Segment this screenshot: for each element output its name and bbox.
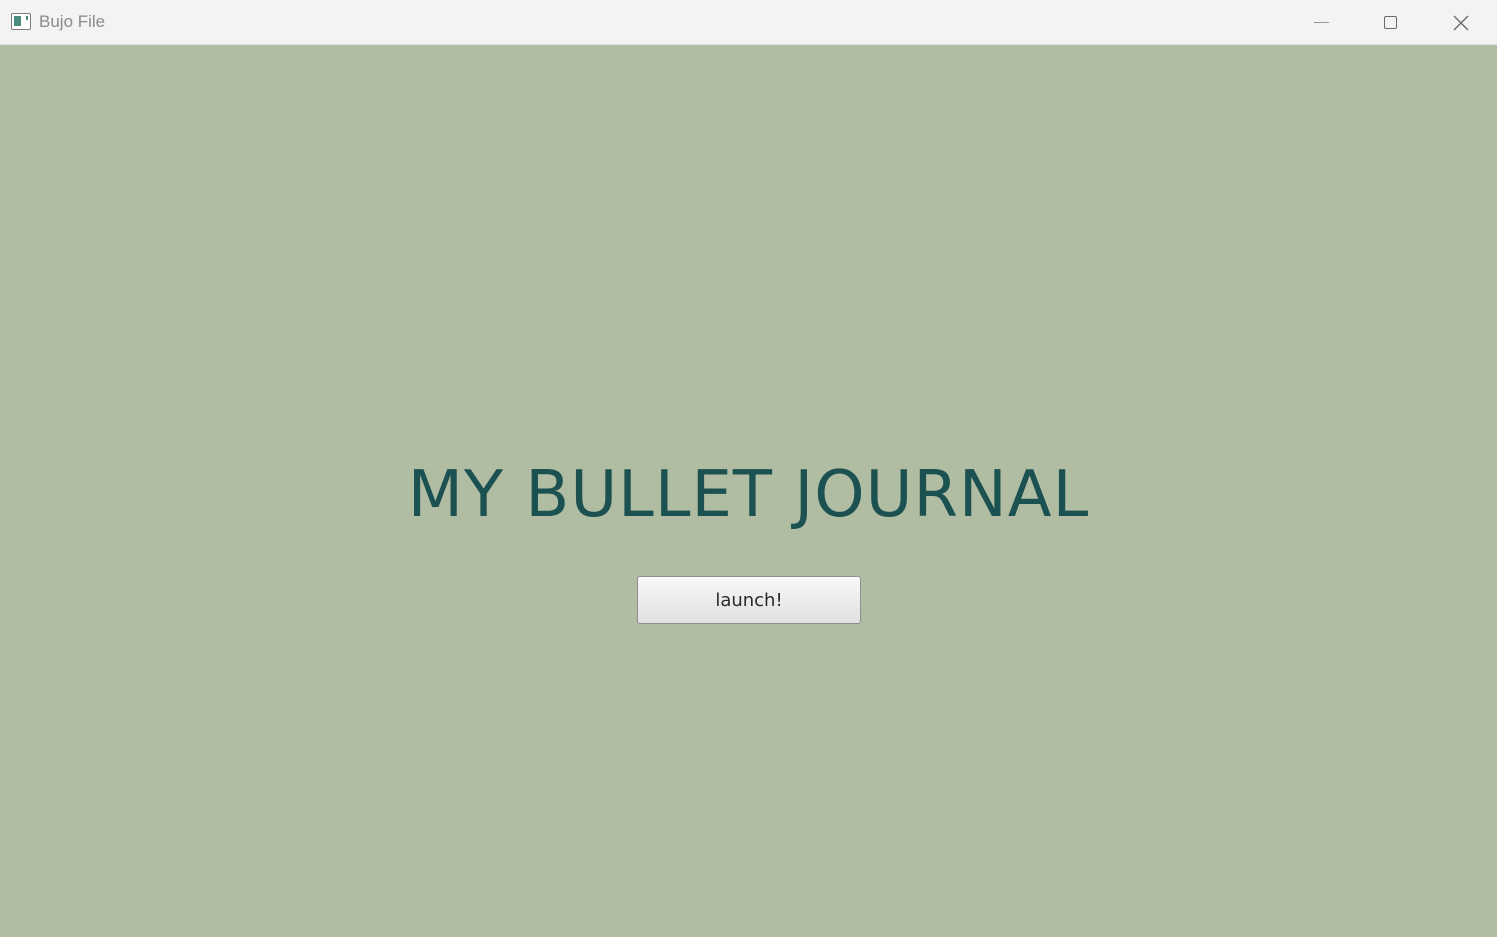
- maximize-icon: [1383, 16, 1397, 29]
- app-icon: [11, 13, 31, 30]
- title-bar[interactable]: Bujo File: [0, 0, 1497, 45]
- launch-button[interactable]: launch!: [637, 576, 861, 624]
- minimize-button[interactable]: [1298, 0, 1344, 45]
- minimize-icon: [1313, 22, 1329, 23]
- window-title: Bujo File: [39, 12, 106, 31]
- close-button[interactable]: [1438, 0, 1484, 45]
- page-title: MY BULLET JOURNAL: [407, 458, 1090, 532]
- main-content: MY BULLET JOURNAL launch!: [0, 45, 1497, 937]
- close-icon: [1453, 15, 1469, 30]
- maximize-button[interactable]: [1367, 0, 1413, 45]
- app-window: Bujo File MY BULLET JOURNAL launch!: [0, 0, 1497, 937]
